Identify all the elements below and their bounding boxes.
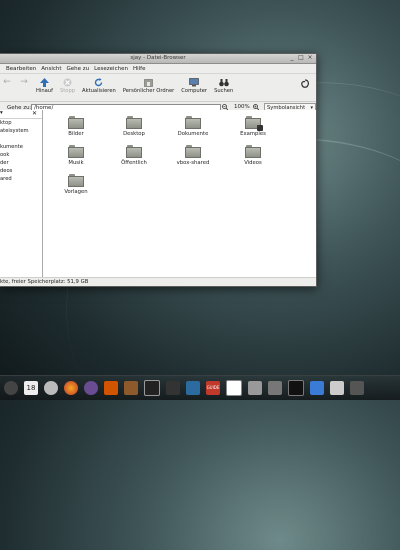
folder-icon: [245, 145, 261, 158]
guide-icon[interactable]: GUIDE: [206, 381, 220, 395]
menu-bearbeiten[interactable]: Bearbeiten: [6, 66, 36, 72]
disc-icon[interactable]: [4, 381, 18, 395]
folder-name: Bilder: [68, 131, 84, 137]
folder-name: Öffentlich: [121, 160, 147, 166]
content-area: ▾ ✕ ktop ateisystem kumente ook der deos…: [0, 110, 316, 278]
gimp-icon[interactable]: [124, 381, 138, 395]
maximize-button[interactable]: □: [298, 55, 304, 61]
pidgin-icon[interactable]: [84, 381, 98, 395]
home-button[interactable]: Persönlicher Ordner: [123, 77, 174, 94]
folder-icon: [68, 116, 84, 129]
search-label: Suchen: [214, 88, 234, 94]
menu-lesezeichen[interactable]: Lesezeichen: [94, 66, 128, 72]
back-button[interactable]: ←: [2, 77, 12, 87]
folder-icon: [126, 116, 142, 129]
reload-icon: [94, 77, 104, 87]
close-sidebar-icon[interactable]: ✕: [32, 110, 37, 117]
calendar-icon[interactable]: 18: [24, 381, 38, 395]
folder-item[interactable]: Examples: [233, 116, 273, 137]
back-arrow-icon: ←: [3, 77, 11, 87]
forward-arrow-icon: →: [20, 77, 28, 87]
sidebar-item-videos[interactable]: deos: [0, 167, 42, 175]
cd-icon[interactable]: [44, 381, 58, 395]
sidebar-item-filesystem[interactable]: ateisystem: [0, 127, 42, 135]
calculator-icon[interactable]: [248, 381, 262, 395]
headphones-icon[interactable]: [166, 381, 180, 395]
sidebar-item-desktop[interactable]: ktop: [0, 119, 42, 127]
folder-name: Examples: [240, 131, 266, 137]
up-label: Hinauf: [36, 88, 53, 94]
stop-icon: [62, 77, 72, 87]
stop-label: Stopp: [59, 88, 76, 94]
folder-name: Vorlagen: [64, 189, 88, 195]
search-button[interactable]: Suchen: [214, 77, 233, 94]
folder-icon: [185, 116, 201, 129]
sidebar: ▾ ✕ ktop ateisystem kumente ook der deos…: [0, 110, 43, 278]
folder-item[interactable]: Desktop: [114, 116, 154, 137]
window-title: sjay - Datei-Browser: [130, 55, 186, 61]
menu-hilfe[interactable]: Hilfe: [133, 66, 146, 72]
menu-ansicht[interactable]: Ansicht: [41, 66, 61, 72]
terminal-icon[interactable]: [288, 380, 304, 396]
computer-button[interactable]: Computer: [181, 77, 207, 94]
folder-name: Desktop: [123, 131, 145, 137]
trash-icon[interactable]: [350, 381, 364, 395]
folder-item[interactable]: vbox-shared: [173, 145, 213, 166]
computer-label: Computer: [181, 88, 208, 94]
folder-item[interactable]: Musik: [56, 145, 96, 166]
folder-name: Videos: [244, 160, 262, 166]
sidebar-item-pictures[interactable]: der: [0, 159, 42, 167]
folder-icon: [126, 145, 142, 158]
sidebar-item-blank: [0, 135, 42, 143]
binoculars-icon: [218, 77, 229, 87]
folder-icon: [68, 145, 84, 158]
folder-name: Dokumente: [177, 131, 209, 137]
folder-icon: [68, 174, 84, 187]
reload-label: Aktualisieren: [82, 88, 116, 94]
firefox-icon[interactable]: [64, 381, 78, 395]
forward-button[interactable]: →: [19, 77, 29, 87]
folder-name: Musik: [68, 160, 84, 166]
file-icon-view[interactable]: Bilder Desktop Dokumente Examples Musik …: [43, 110, 316, 278]
package-icon[interactable]: [330, 381, 344, 395]
folder-item[interactable]: Videos: [233, 145, 273, 166]
minimize-button[interactable]: _: [289, 55, 295, 61]
window-titlebar[interactable]: sjay - Datei-Browser _ □ ×: [0, 54, 316, 64]
tools-icon[interactable]: [268, 381, 282, 395]
status-bar: kte, freier Speicherplatz: 51,9 GB: [0, 277, 316, 286]
virtualbox-icon[interactable]: [310, 381, 324, 395]
folder-name: vbox-shared: [176, 160, 210, 166]
folder-item[interactable]: Bilder: [56, 116, 96, 137]
link-emblem-icon: [257, 125, 263, 131]
reload-button[interactable]: Aktualisieren: [82, 77, 116, 94]
folder-item[interactable]: Vorlagen: [56, 174, 96, 195]
file-browser-window: sjay - Datei-Browser _ □ × Bearbeiten An…: [0, 53, 317, 287]
menu-gehe-zu[interactable]: Gehe zu: [67, 66, 90, 72]
computer-icon: [189, 77, 199, 87]
chevron-down-icon[interactable]: ▾: [0, 110, 3, 116]
clock-icon[interactable]: [144, 380, 160, 396]
home-label: Persönlicher Ordner: [122, 88, 175, 94]
sidebar-item-documents[interactable]: kumente: [0, 143, 42, 151]
database-icon[interactable]: [186, 381, 200, 395]
sidebar-item-shared[interactable]: ared: [0, 175, 42, 183]
folder-icon: [185, 145, 201, 158]
text-editor-icon[interactable]: [226, 380, 242, 396]
folder-item[interactable]: Dokumente: [173, 116, 213, 137]
stop-button[interactable]: Stopp: [60, 77, 75, 94]
menubar: Bearbeiten Ansicht Gehe zu Lesezeichen H…: [0, 64, 316, 74]
throbber-icon: [300, 79, 310, 91]
home-folder-icon: [144, 77, 154, 87]
up-button[interactable]: Hinauf: [36, 77, 53, 94]
folder-icon: [245, 116, 263, 131]
toolbar: ← → Hinauf Stopp Aktualisieren Persönlic…: [0, 74, 316, 102]
photo-icon[interactable]: [104, 381, 118, 395]
sidebar-item-examples[interactable]: ook: [0, 151, 42, 159]
up-arrow-icon: [39, 77, 49, 87]
dock: 18 GUIDE: [0, 375, 400, 400]
close-button[interactable]: ×: [307, 55, 313, 61]
sidebar-header: ▾ ✕: [0, 110, 42, 119]
folder-item[interactable]: Öffentlich: [114, 145, 154, 166]
